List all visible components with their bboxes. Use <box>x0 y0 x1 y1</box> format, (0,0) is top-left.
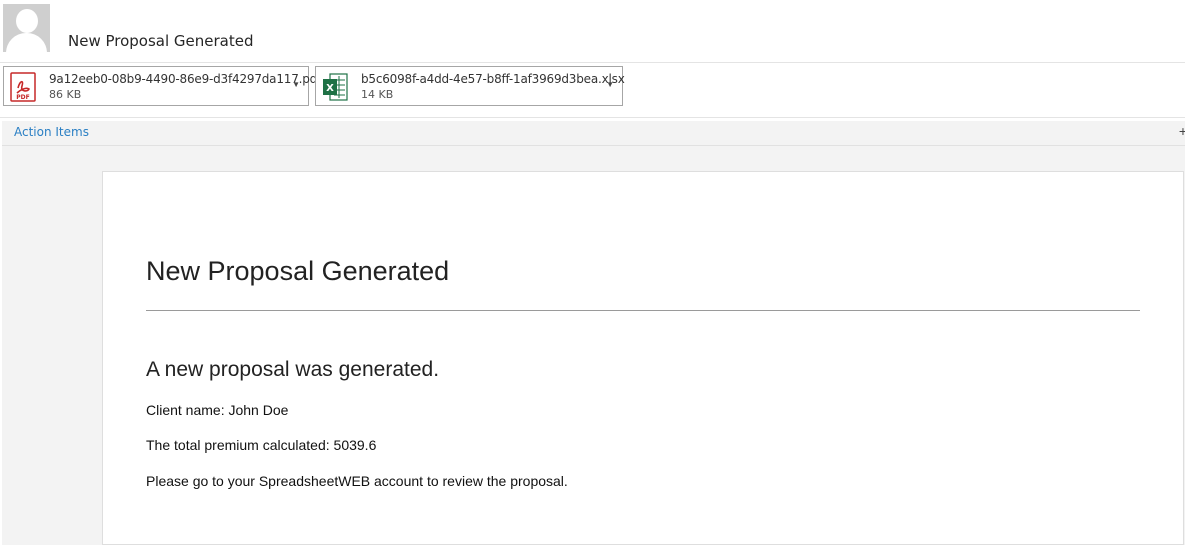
attachments-bar: PDF 9a12eeb0-08b9-4490-86e9-d3f4297da117… <box>0 62 1185 118</box>
attachment-size: 14 KB <box>361 88 394 101</box>
excel-icon: X <box>323 73 348 101</box>
chevron-down-icon[interactable]: ▼ <box>292 80 300 89</box>
attachment-xlsx[interactable]: X b5c6098f-a4dd-4e57-b8ff-1af3969d3bea.x… <box>315 66 625 106</box>
email-title: New Proposal Generated <box>146 256 450 286</box>
reading-pane: New Proposal Generated A new proposal wa… <box>2 146 1185 545</box>
attachment-pdf[interactable]: PDF 9a12eeb0-08b9-4490-86e9-d3f4297da117… <box>3 66 321 106</box>
client-name-line: Client name: John Doe <box>146 402 289 418</box>
divider <box>146 310 1140 311</box>
sender-avatar[interactable] <box>3 4 50 52</box>
premium-line: The total premium calculated: 5039.6 <box>146 437 377 453</box>
message-subject: New Proposal Generated <box>68 32 254 50</box>
message-header: New Proposal Generated <box>0 0 1185 62</box>
attachment-name: 9a12eeb0-08b9-4490-86e9-d3f4297da117.pdf <box>49 72 322 86</box>
pdf-icon: PDF <box>10 72 36 102</box>
email-heading: A new proposal was generated. <box>146 358 440 381</box>
action-items-link[interactable]: Action Items <box>14 125 89 139</box>
attachment-size: 86 KB <box>49 88 82 101</box>
expand-icon[interactable]: + <box>1179 123 1185 139</box>
attachment-name: b5c6098f-a4dd-4e57-b8ff-1af3969d3bea.xls… <box>361 72 625 86</box>
svg-text:X: X <box>326 83 334 94</box>
avatar-shoulders <box>6 33 47 52</box>
svg-text:PDF: PDF <box>16 94 29 101</box>
instruction-line: Please go to your SpreadsheetWEB account… <box>146 473 568 489</box>
avatar-head <box>16 9 38 33</box>
email-body: New Proposal Generated A new proposal wa… <box>102 171 1184 545</box>
chevron-down-icon[interactable]: ▼ <box>606 80 614 89</box>
action-items-bar: Action Items + <box>2 121 1185 146</box>
